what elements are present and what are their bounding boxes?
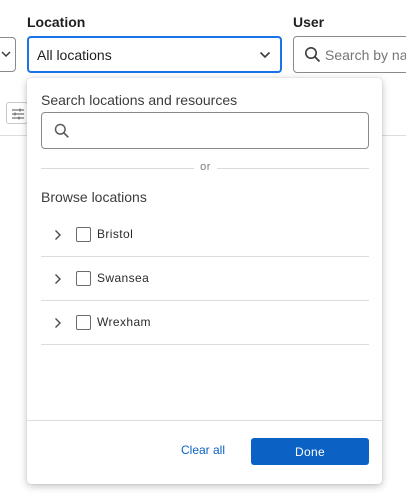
location-name: Bristol [97, 227, 134, 241]
search-icon [305, 47, 321, 63]
location-name: Wrexham [97, 315, 151, 329]
user-filter-label: User [293, 14, 325, 30]
location-item-swansea: Swansea [41, 257, 369, 301]
divider-line [41, 168, 194, 169]
location-checkbox[interactable] [76, 271, 91, 286]
divider-line [217, 168, 369, 169]
chevron-right-icon[interactable] [51, 316, 65, 330]
location-item-bristol: Bristol [41, 213, 369, 257]
done-button[interactable]: Done [251, 438, 369, 465]
location-search-input[interactable] [80, 121, 360, 141]
chevron-down-icon [1, 51, 11, 58]
location-name: Swansea [97, 271, 150, 285]
chevron-down-icon [259, 51, 271, 59]
page: Location All locations User Search locat… [0, 0, 406, 501]
filter-settings-button[interactable] [6, 102, 28, 124]
chevron-right-icon[interactable] [51, 272, 65, 286]
location-select[interactable]: All locations [27, 36, 282, 73]
chevron-right-icon[interactable] [51, 228, 65, 242]
or-text: or [200, 161, 211, 173]
search-locations-heading: Search locations and resources [41, 92, 238, 108]
location-list: Bristol Swansea Wrexham [41, 213, 369, 345]
location-dropdown-panel: Search locations and resources or Browse… [27, 78, 382, 484]
or-divider: or [41, 160, 369, 176]
user-search-field[interactable] [293, 36, 406, 73]
location-search-field[interactable] [41, 112, 369, 149]
browse-locations-heading: Browse locations [41, 189, 147, 205]
location-select-value: All locations [37, 47, 112, 63]
previous-filter-select[interactable] [0, 37, 16, 72]
location-filter-label: Location [27, 14, 86, 30]
clear-all-button[interactable]: Clear all [173, 437, 233, 463]
dropdown-footer: Clear all Done [27, 420, 382, 484]
location-checkbox[interactable] [76, 315, 91, 330]
location-checkbox[interactable] [76, 227, 91, 242]
location-item-wrexham: Wrexham [41, 301, 369, 345]
search-icon [54, 123, 69, 138]
sliders-icon [12, 108, 24, 120]
user-search-input[interactable] [325, 45, 406, 65]
